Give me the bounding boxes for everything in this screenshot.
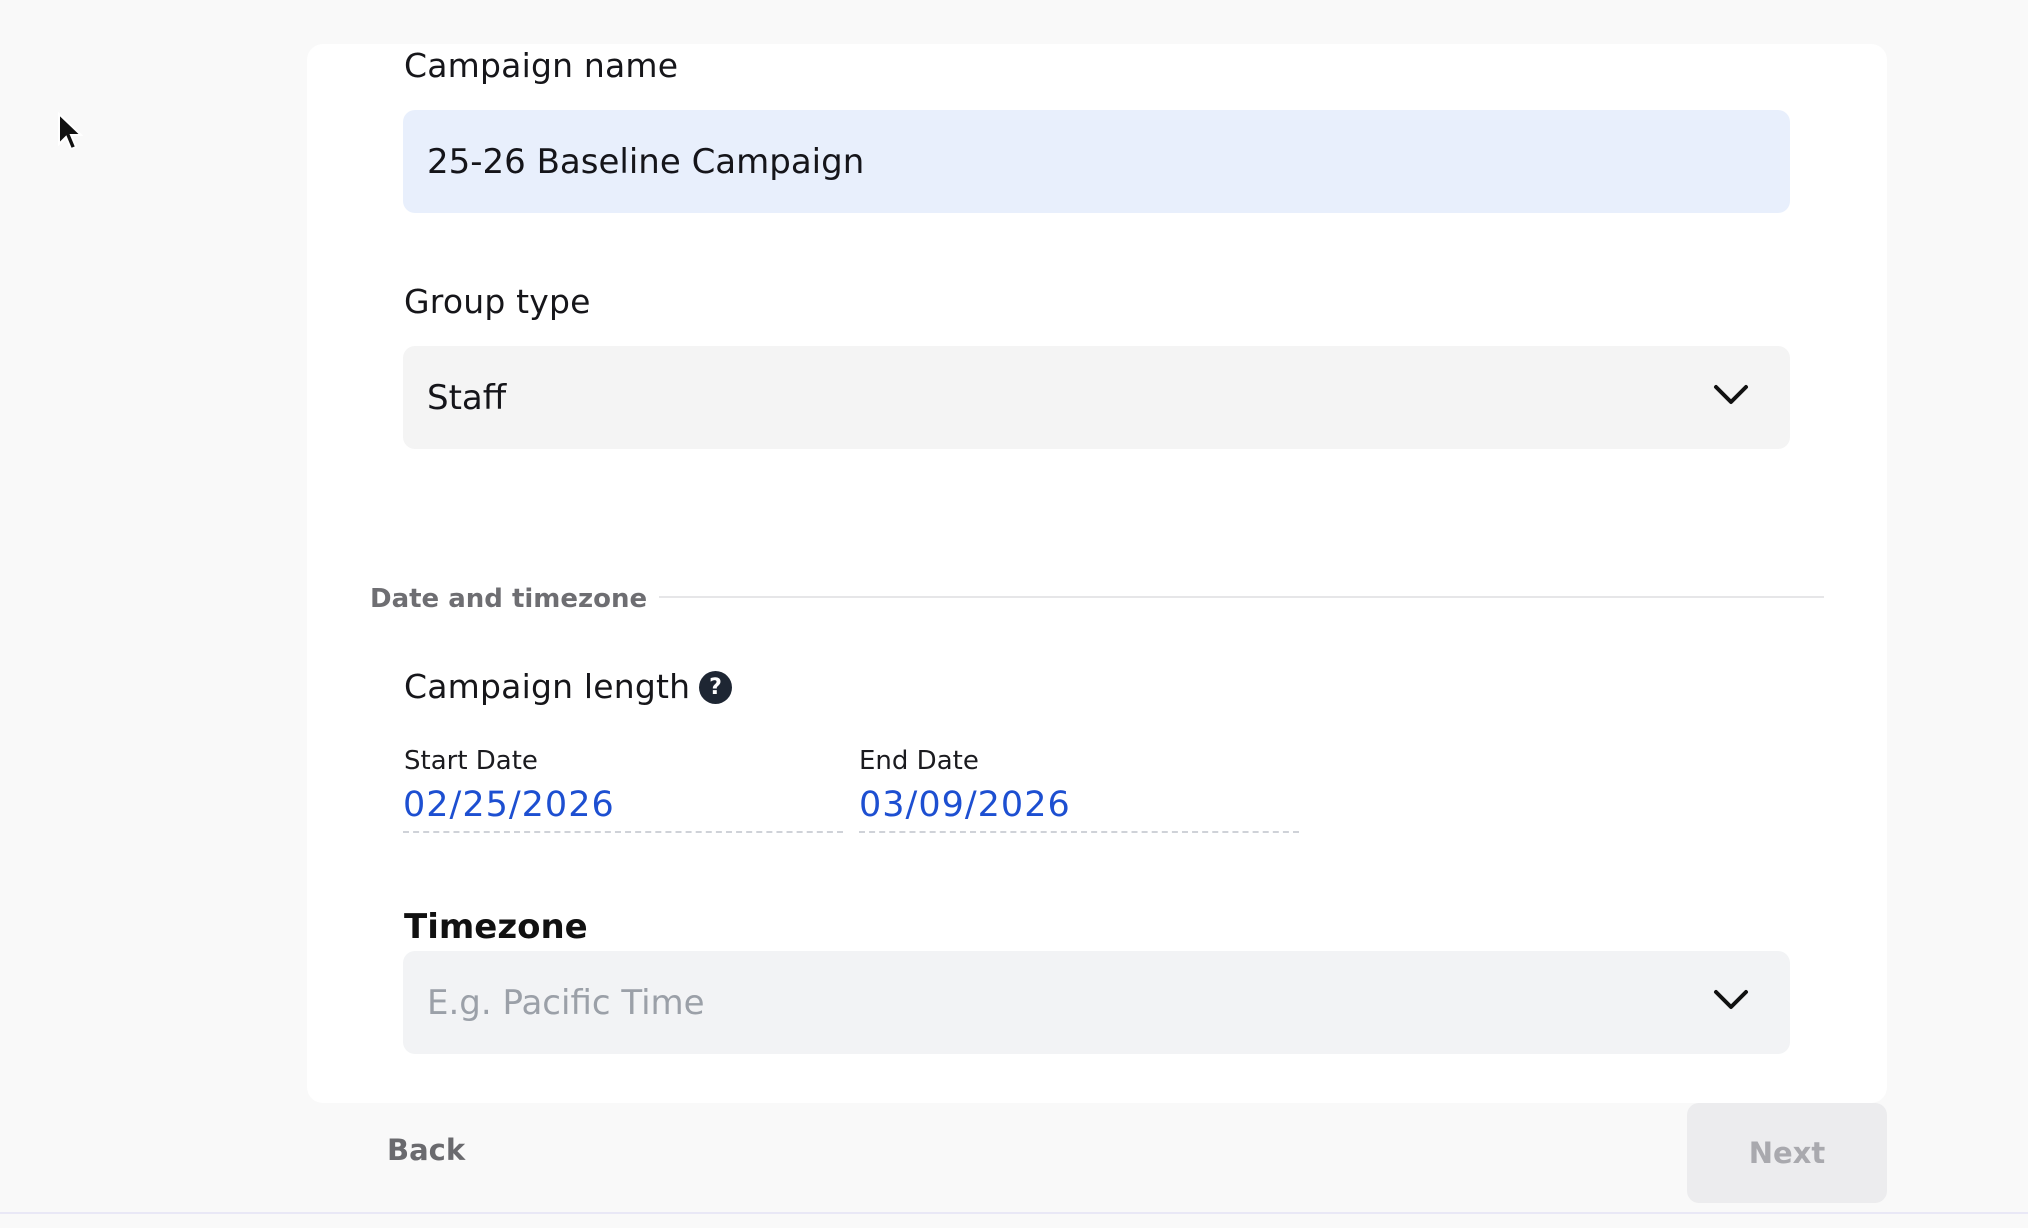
mouse-cursor-icon xyxy=(58,112,83,151)
group-type-value: Staff xyxy=(427,377,507,418)
end-date-input[interactable]: 03/09/2026 xyxy=(859,785,1299,833)
back-button[interactable]: Back xyxy=(387,1133,465,1167)
end-date-value: 03/09/2026 xyxy=(859,785,1071,825)
form-footer: Back Next xyxy=(307,1103,1887,1203)
timezone-select[interactable]: E.g. Pacific Time xyxy=(403,951,1790,1054)
timezone-placeholder: E.g. Pacific Time xyxy=(427,982,705,1023)
timezone-label: Timezone xyxy=(404,907,588,947)
start-date-input[interactable]: 02/25/2026 xyxy=(403,785,843,833)
campaign-name-value: 25-26 Baseline Campaign xyxy=(427,141,865,182)
campaign-name-label: Campaign name xyxy=(404,46,679,85)
help-icon[interactable]: ? xyxy=(699,671,732,704)
campaign-length-label: Campaign length xyxy=(404,667,691,706)
start-date-value: 02/25/2026 xyxy=(403,785,615,825)
group-type-select[interactable]: Staff xyxy=(403,346,1790,449)
campaign-form-card: Campaign name 25-26 Baseline Campaign Gr… xyxy=(307,44,1887,1103)
campaign-name-input[interactable]: 25-26 Baseline Campaign xyxy=(403,110,1790,213)
section-divider xyxy=(659,596,1824,598)
group-type-label: Group type xyxy=(404,282,591,321)
next-button-label: Next xyxy=(1748,1136,1826,1170)
chevron-down-icon xyxy=(1714,990,1748,1009)
page-bottom-border xyxy=(0,1212,2028,1214)
start-date-label: Start Date xyxy=(404,746,538,776)
date-timezone-section-title: Date and timezone xyxy=(370,584,648,614)
next-button[interactable]: Next xyxy=(1687,1103,1887,1203)
chevron-down-icon xyxy=(1714,385,1748,404)
end-date-label: End Date xyxy=(859,746,979,776)
